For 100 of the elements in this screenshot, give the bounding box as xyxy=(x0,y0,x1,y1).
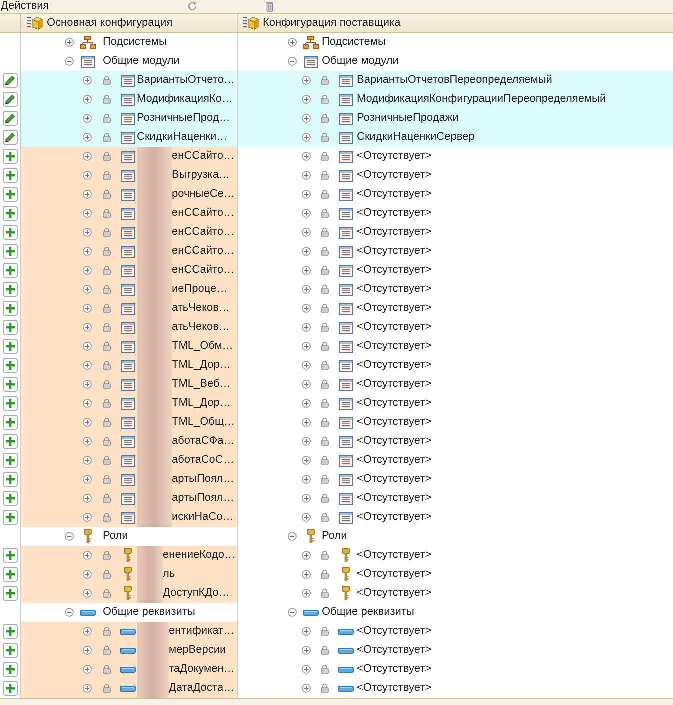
tree-item-label[interactable]: Роли xyxy=(103,530,128,542)
tree-item-label[interactable]: енениеКодо… xyxy=(163,546,236,565)
expand-icon[interactable] xyxy=(83,323,92,332)
expand-icon[interactable] xyxy=(302,247,311,256)
expand-icon[interactable] xyxy=(302,304,311,313)
expand-icon[interactable] xyxy=(83,228,92,237)
expand-icon[interactable] xyxy=(302,266,311,275)
tree-item-label[interactable]: рочныеСе… xyxy=(172,185,235,204)
collapse-icon[interactable] xyxy=(65,57,74,66)
tree-item-label[interactable]: <Отсутствует> xyxy=(357,682,432,694)
tree-item-label[interactable]: атьЧеков… xyxy=(172,318,230,337)
expand-icon[interactable] xyxy=(302,209,311,218)
tree-item-label[interactable]: <Отсутствует> xyxy=(357,454,432,466)
expand-icon[interactable] xyxy=(302,627,311,636)
expand-icon[interactable] xyxy=(83,418,92,427)
tree-item-label[interactable]: РозничныеПрод… xyxy=(137,109,230,128)
tree-item-label[interactable]: ВариантыОтчетовПереопределяемый xyxy=(357,74,552,86)
expand-icon[interactable] xyxy=(83,684,92,693)
tree-item-label[interactable]: TML_Общ… xyxy=(172,413,236,432)
tree-item-label[interactable]: <Отсутствует> xyxy=(357,302,432,314)
tree-item-label[interactable]: <Отсутствует> xyxy=(357,226,432,238)
tree-item-label[interactable]: ентификат… xyxy=(169,622,235,641)
tree-item-label[interactable]: енССайто… xyxy=(172,204,234,223)
tree-item-label[interactable]: Общие реквизиты xyxy=(103,606,196,618)
tree-item-label[interactable]: TML_Дор… xyxy=(172,356,231,375)
expand-icon[interactable] xyxy=(302,285,311,294)
expand-icon[interactable] xyxy=(83,513,92,522)
expand-icon[interactable] xyxy=(83,627,92,636)
tree-item-label[interactable]: <Отсутствует> xyxy=(357,416,432,428)
tree-item-label[interactable]: <Отсутствует> xyxy=(357,340,432,352)
expand-icon[interactable] xyxy=(83,342,92,351)
tree-item-label[interactable]: ДатаДоста… xyxy=(169,679,235,698)
expand-icon[interactable] xyxy=(83,76,92,85)
tree-item-label[interactable]: аботаСоС… xyxy=(172,451,234,470)
expand-icon[interactable] xyxy=(83,152,92,161)
expand-icon[interactable] xyxy=(83,551,92,560)
tree-item-label[interactable]: <Отсутствует> xyxy=(357,473,432,485)
tree-item-label[interactable]: <Отсутствует> xyxy=(357,150,432,162)
expand-icon[interactable] xyxy=(83,190,92,199)
tree-item-label[interactable]: <Отсутствует> xyxy=(357,397,432,409)
tree-item-label[interactable]: енССайто… xyxy=(172,261,234,280)
expand-icon[interactable] xyxy=(83,171,92,180)
expand-icon[interactable] xyxy=(83,475,92,484)
tree-item-label[interactable]: ДоступКДо… xyxy=(163,584,230,603)
expand-icon[interactable] xyxy=(83,570,92,579)
collapse-icon[interactable] xyxy=(65,532,74,541)
expand-icon[interactable] xyxy=(83,361,92,370)
tree-item-label[interactable]: <Отсутствует> xyxy=(357,663,432,675)
collapse-icon[interactable] xyxy=(288,608,297,617)
tree-item-label[interactable]: артыПоял… xyxy=(172,470,234,489)
tree-item-label[interactable]: мерВерсии xyxy=(169,641,226,660)
expand-icon[interactable] xyxy=(302,133,311,142)
expand-icon[interactable] xyxy=(83,456,92,465)
tree-item-label[interactable]: енССайто… xyxy=(172,242,234,261)
expand-icon[interactable] xyxy=(302,171,311,180)
expand-icon[interactable] xyxy=(83,304,92,313)
expand-icon[interactable] xyxy=(302,494,311,503)
tree-item-label[interactable]: таДокумен… xyxy=(169,660,235,679)
tree-item-label[interactable]: ль xyxy=(163,565,176,584)
expand-icon[interactable] xyxy=(83,285,92,294)
expand-icon[interactable] xyxy=(302,456,311,465)
tree-item-label[interactable]: атьЧеков… xyxy=(172,299,230,318)
tree-item-label[interactable]: <Отсутствует> xyxy=(357,283,432,295)
tree-item-label[interactable]: <Отсутствует> xyxy=(357,264,432,276)
tree-item-label[interactable]: артыПоял… xyxy=(172,489,234,508)
column-title[interactable]: Конфигурация поставщика xyxy=(263,14,401,32)
expand-icon[interactable] xyxy=(302,361,311,370)
expand-icon[interactable] xyxy=(302,152,311,161)
tree-item-label[interactable]: <Отсутствует> xyxy=(357,207,432,219)
expand-icon[interactable] xyxy=(302,190,311,199)
tree-item-label[interactable]: СкидкиНаценкиСервер xyxy=(357,131,475,143)
tree-item-label[interactable]: иеПроце… xyxy=(172,280,228,299)
tree-item-label[interactable]: TML_Веб… xyxy=(172,375,231,394)
expand-icon[interactable] xyxy=(65,38,74,47)
tree-item-label[interactable]: <Отсутствует> xyxy=(357,169,432,181)
expand-icon[interactable] xyxy=(83,247,92,256)
expand-icon[interactable] xyxy=(302,323,311,332)
tree-item-label[interactable]: <Отсутствует> xyxy=(357,644,432,656)
tree-item-label[interactable]: енССайто… xyxy=(172,147,234,166)
expand-icon[interactable] xyxy=(83,380,92,389)
tree-item-label[interactable]: МодификацияКонфигурацииПереопределяемый xyxy=(357,93,606,105)
tree-item-label[interactable]: Общие модули xyxy=(322,55,399,67)
tree-item-label[interactable]: <Отсутствует> xyxy=(357,549,432,561)
tree-item-label[interactable]: Общие модули xyxy=(103,55,180,67)
tree-item-label[interactable]: Роли xyxy=(322,530,348,542)
tree-item-label[interactable]: Подсистемы xyxy=(322,36,386,48)
expand-icon[interactable] xyxy=(288,38,297,47)
tree-item-label[interactable]: <Отсутствует> xyxy=(357,188,432,200)
expand-icon[interactable] xyxy=(83,114,92,123)
expand-icon[interactable] xyxy=(83,665,92,674)
tree-item-label[interactable]: Общие реквизиты xyxy=(322,606,414,618)
expand-icon[interactable] xyxy=(83,399,92,408)
tree-item-label[interactable]: искиНаСо… xyxy=(172,508,234,527)
tree-item-label[interactable]: <Отсутствует> xyxy=(357,511,432,523)
tree-item-label[interactable]: <Отсутствует> xyxy=(357,568,432,580)
collapse-icon[interactable] xyxy=(288,57,297,66)
expand-icon[interactable] xyxy=(302,646,311,655)
tree-item-label[interactable]: Выгрузка… xyxy=(172,166,230,185)
tree-item-label[interactable]: <Отсутствует> xyxy=(357,359,432,371)
expand-icon[interactable] xyxy=(302,228,311,237)
